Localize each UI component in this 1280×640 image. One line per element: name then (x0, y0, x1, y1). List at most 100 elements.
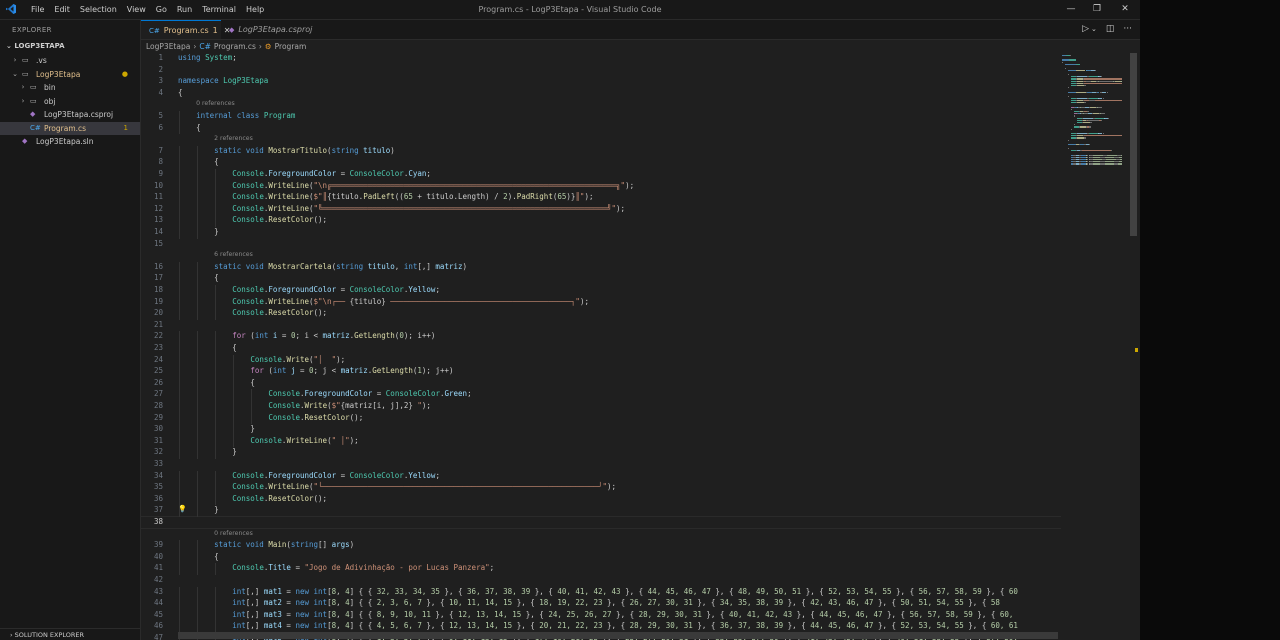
tree-item[interactable]: › ▭ bin (0, 81, 140, 95)
code-token: "\n╔════════════════════════════════════… (313, 180, 626, 190)
line-number: 16 (153, 261, 163, 271)
code-line: Console.ForegroundColor = ConsoleColor.Y… (232, 471, 440, 480)
indent-guide (179, 470, 180, 483)
menu-item-help[interactable]: Help (241, 0, 269, 19)
breadcrumb-item[interactable]: Program (275, 42, 307, 51)
indent-guide (179, 412, 180, 425)
file-tree: › ▭ .vs ⌄ ▭ LogP3Etapa ● › ▭ bin › ▭ obj ◆ LogP3Etapa.… (0, 54, 140, 149)
indent-guide (215, 424, 217, 436)
more-icon[interactable]: ··· (1123, 24, 1132, 34)
code-token: 36, 37, 38, 39 (719, 621, 784, 631)
menu-item-run[interactable]: Run (172, 0, 197, 19)
code-token: 65 (403, 192, 413, 202)
code-token: }, { (512, 598, 540, 608)
vertical-scrollbar-thumb[interactable] (1130, 53, 1137, 236)
code-token: Console (232, 192, 264, 202)
run-icon[interactable]: ▷ (1082, 24, 1089, 34)
minimap-line (1074, 115, 1075, 117)
solution-explorer-section[interactable]: › SOLUTION EXPLORER (0, 628, 140, 640)
tree-item[interactable]: C# Program.cs 1 (0, 121, 140, 135)
code-token: {titulo} (349, 296, 386, 306)
indent-guide (215, 470, 217, 483)
tree-item[interactable]: › ▭ obj (0, 95, 140, 109)
code-token: ForegroundColor (268, 470, 337, 480)
minimap-line (1089, 144, 1090, 146)
indent-guide (215, 412, 217, 425)
tab-program-cs[interactable]: C# Program.cs 1 ✕ (141, 20, 230, 39)
breadcrumb-item[interactable]: Program.cs (214, 42, 256, 51)
breadcrumb-item[interactable]: C# (199, 42, 211, 51)
code-token: }, { (512, 621, 540, 631)
codelens-references[interactable]: 2 references (214, 135, 253, 142)
tree-item-badge: 1 (123, 123, 128, 132)
line-number: 17 (153, 273, 163, 283)
indent-guide (197, 563, 199, 575)
menu-item-edit[interactable]: Edit (49, 0, 75, 19)
minimap-line (1089, 133, 1098, 135)
minimap[interactable] (1062, 53, 1132, 213)
restore-button[interactable]: ❐ (1084, 0, 1110, 19)
code-line: Console.ResetColor(); (232, 308, 327, 317)
code-editor[interactable]: 1 2 3 4 5 6 7 8 9 10 11 12 13 14 15 16 17 18 19 20 21 22 23 24 2… (141, 53, 1061, 640)
code-line: static void MostrarCartela(string titulo… (214, 262, 467, 271)
minimize-button[interactable]: — (1058, 0, 1084, 19)
project-root[interactable]: ⌄ LOGP3ETAPA (6, 42, 65, 50)
chevron-down-icon[interactable]: ⌄ (1091, 25, 1097, 33)
indent-guide (215, 598, 217, 610)
code-token: } (214, 227, 219, 236)
indent-guide (215, 586, 217, 599)
code-token: } (232, 447, 237, 457)
indent-guide (251, 389, 253, 401)
code-token: for (232, 331, 251, 341)
indent-guide (197, 389, 199, 401)
tree-item[interactable]: ◆ LogP3Etapa.csproj (0, 108, 140, 122)
tree-item[interactable]: › ▭ .vs (0, 54, 140, 68)
tab-csproj[interactable]: ◆ LogP3Etapa.csproj (221, 20, 321, 39)
minimap-line (1083, 85, 1086, 87)
breadcrumb-item[interactable]: ⚙ (265, 42, 272, 51)
code-token: ). (507, 192, 517, 202)
minimap-line (1095, 70, 1096, 72)
current-line-highlight (141, 516, 1061, 529)
line-number: 34 (153, 470, 163, 480)
line-number: 23 (153, 343, 163, 352)
code-token: }, { (611, 609, 639, 619)
line-number: 36 (153, 493, 163, 503)
code-token: Console (232, 308, 264, 318)
breadcrumb-item[interactable]: LogP3Etapa (146, 42, 190, 51)
indent-guide (179, 215, 180, 227)
code-line: } (214, 227, 219, 236)
code-token: ForegroundColor (268, 169, 337, 178)
code-token: 40, 41, 42, 43 (557, 586, 621, 596)
code-line: } (232, 447, 237, 456)
code-token: ; (426, 169, 431, 178)
menu-item-file[interactable]: File (26, 0, 49, 19)
split-editor-icon[interactable]: ◫ (1106, 24, 1115, 34)
code-token: Write (286, 354, 310, 364)
horizontal-scrollbar-thumb[interactable] (178, 632, 1058, 639)
lightbulb-icon[interactable]: 💡 (178, 505, 187, 513)
code-token: ResetColor (304, 412, 350, 422)
code-token: }, { (963, 621, 991, 631)
code-token: 60 (1008, 586, 1018, 596)
menu-item-terminal[interactable]: Terminal (197, 0, 241, 19)
menu-item-view[interactable]: View (122, 0, 151, 19)
minimap-line (1089, 76, 1098, 78)
code-token: Console (232, 470, 264, 480)
tree-item[interactable]: ◆ LogP3Etapa.sln (0, 135, 140, 149)
minimap-line (1107, 117, 1109, 119)
codelens-references[interactable]: 0 references (214, 530, 253, 537)
code-token: mat4 (263, 621, 282, 631)
menu-item-selection[interactable]: Selection (75, 0, 122, 19)
codelens-references[interactable]: 0 references (196, 100, 235, 107)
code-token: }, { (620, 586, 648, 596)
code-token: PadRight (516, 192, 553, 202)
code-token: "└──────────────────────────────────────… (313, 482, 608, 492)
tree-item[interactable]: ⌄ ▭ LogP3Etapa ● (0, 68, 140, 82)
code-token: Title (268, 563, 291, 573)
menu-item-go[interactable]: Go (151, 0, 172, 19)
code-token: GetLength (354, 331, 395, 341)
close-window-button[interactable]: ✕ (1112, 0, 1138, 19)
codelens-references[interactable]: 6 references (214, 251, 253, 258)
minimap-line (1068, 87, 1069, 89)
